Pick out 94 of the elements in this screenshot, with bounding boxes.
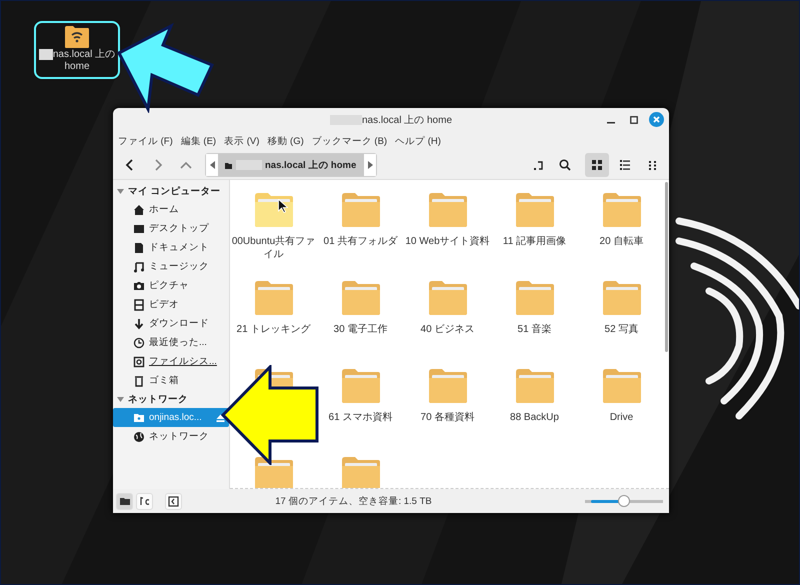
menu-item[interactable]: ファイル (F) (115, 132, 176, 150)
sidebar-item[interactable]: ファイルシス... (113, 352, 229, 371)
sidebar-item[interactable]: onjinas.loc... (113, 408, 229, 427)
search-icon (559, 159, 571, 171)
folder-icon (602, 192, 642, 228)
folder-icon (224, 160, 233, 170)
folder-icon (254, 192, 294, 228)
scroll-left-button[interactable] (206, 154, 218, 176)
expanded-triangle-icon[interactable] (117, 188, 124, 194)
folder-name[interactable]: 51 音楽 (492, 323, 578, 336)
sidebar-item[interactable]: デスクトップ (113, 219, 229, 238)
close-button[interactable] (648, 111, 665, 128)
menu-item[interactable]: 編集 (E) (178, 132, 220, 150)
folder-name[interactable]: 70 各種資料 (404, 411, 490, 424)
close-icon (649, 112, 664, 127)
folder-name[interactable]: 10 Webサイト資料 (404, 235, 490, 248)
folder-icon (340, 192, 380, 228)
folder-icon (254, 456, 294, 488)
folder-icon (428, 368, 468, 404)
folder-icon (428, 192, 468, 228)
folder-icon (602, 368, 642, 404)
eject-icon[interactable] (216, 414, 225, 422)
location-button[interactable]: nas.local 上の home (218, 154, 364, 176)
split-pane-button[interactable] (165, 492, 182, 510)
folder-name[interactable]: 52 写真 (578, 323, 664, 336)
menu-item[interactable]: ブックマーク (B) (308, 132, 390, 150)
folder-icon (254, 280, 294, 316)
left-chevron-icon (125, 159, 135, 171)
pane-icon (168, 496, 179, 506)
document-icon (133, 242, 145, 254)
left-triangle-icon (210, 161, 214, 169)
sidebar-item[interactable]: ネットワーク (113, 427, 229, 446)
status-text: 17 個のアイテム、空き容量: 1.5 TB (274, 494, 433, 508)
right-triangle-icon (368, 161, 373, 169)
window-title: nas.local 上の home (330, 112, 452, 126)
folder-icon (340, 368, 380, 404)
right-chevron-icon (153, 159, 163, 171)
compact-view-icon (647, 159, 659, 171)
sidebar-item[interactable]: ダウンロード (113, 314, 229, 333)
clock-icon (133, 336, 145, 348)
folder-icon (602, 280, 642, 316)
folder-name[interactable]: 30 電子工作 (318, 323, 404, 336)
folder-name[interactable]: 40 ビジネス (404, 323, 490, 336)
sidebar-item[interactable]: ゴミ箱 (113, 371, 229, 390)
folder-name[interactable]: 21 トレッキング (230, 323, 316, 336)
sidebar-heading: マイ コンピューター (128, 184, 221, 198)
sidebar-item[interactable]: ホーム (113, 200, 229, 219)
folder-panel-button[interactable] (116, 492, 133, 510)
maximize-icon (630, 116, 638, 124)
up-chevron-icon (180, 160, 192, 170)
list-view-icon (619, 159, 631, 171)
folder-icon (514, 368, 554, 404)
menu-item[interactable]: 表示 (V) (221, 132, 262, 150)
tree-view-icon (138, 495, 150, 507)
sidebar-heading: ネットワーク (128, 392, 188, 406)
folder-icon (514, 192, 554, 228)
minimize-icon (606, 122, 614, 124)
folder-name[interactable]: Drive (578, 411, 664, 424)
music-note-icon (133, 260, 145, 272)
network-folder-icon (64, 25, 90, 49)
folder-name[interactable]: 00Ubuntu共有ファイル (230, 235, 316, 261)
folder-icon (514, 280, 554, 316)
grid-view-button[interactable] (585, 153, 609, 177)
globe-icon (133, 430, 145, 442)
disk-icon (133, 356, 145, 368)
menu-item[interactable]: ヘルプ (H) (392, 132, 444, 150)
sidebar-item[interactable]: 最近使った... (113, 333, 229, 352)
grid-view-icon (591, 159, 603, 171)
folder-name[interactable]: 11 記事用画像 (492, 235, 578, 248)
tree-view-button[interactable] (136, 492, 153, 510)
desktop-icon[interactable]: nas.local 上の home (34, 21, 120, 79)
house-icon (133, 204, 145, 216)
folder-icon (118, 495, 130, 507)
folder-icon (428, 280, 468, 316)
down-arrow-icon (133, 318, 145, 330)
sidebar-item[interactable]: ミュージック (113, 257, 229, 276)
sidebar-item[interactable]: ドキュメント (113, 238, 229, 257)
trash-icon (133, 374, 145, 386)
folder-name[interactable]: 61 スマホ資料 (318, 411, 404, 424)
network-folder-icon (133, 412, 145, 424)
folder-name[interactable]: 20 自転車 (578, 235, 664, 248)
sidebar-item[interactable]: ビデオ (113, 295, 229, 314)
folder-name[interactable]: 88 BackUp (492, 411, 578, 424)
desktop-icon-label: nas.local 上の home (38, 49, 116, 74)
sidebar-item[interactable]: ピクチャ (113, 276, 229, 295)
mouse-cursor-icon (278, 199, 288, 213)
expanded-triangle-icon[interactable] (117, 396, 124, 402)
film-icon (133, 298, 145, 310)
menu-item[interactable]: 移動 (G) (264, 132, 307, 150)
folder-icon (340, 456, 380, 488)
folder-name[interactable]: 01 共有フォルダ (318, 235, 404, 248)
camera-icon (133, 280, 145, 292)
folder-icon (340, 280, 380, 316)
monitor-icon (133, 222, 145, 234)
